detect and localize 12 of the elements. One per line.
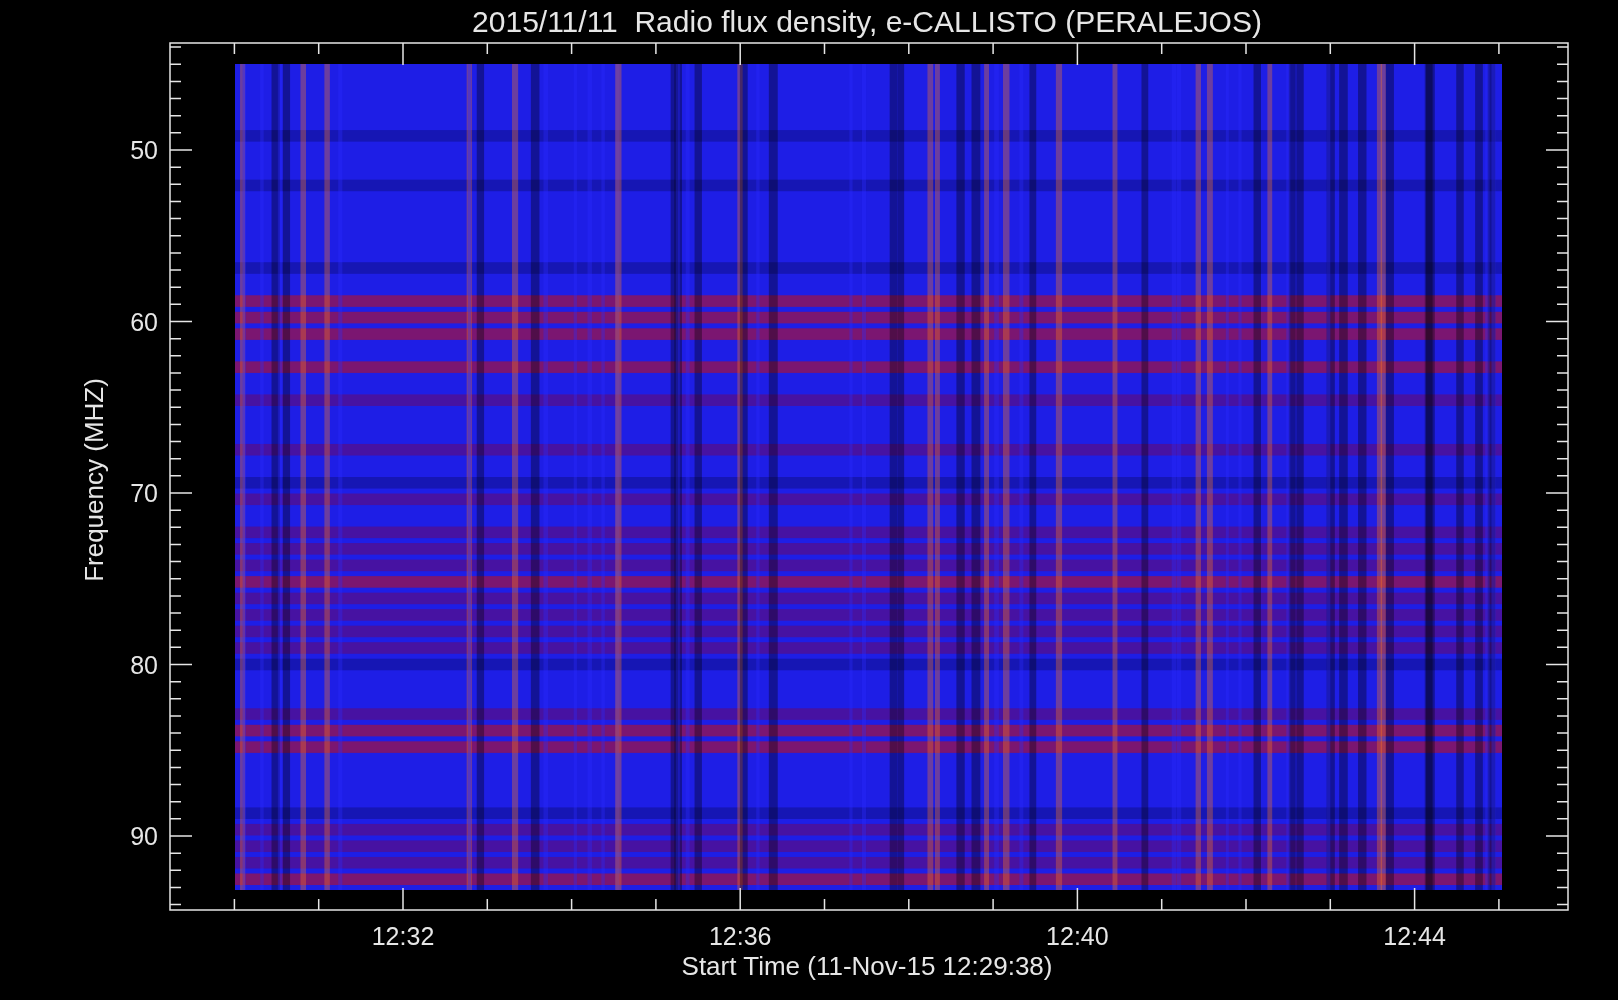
y-tick-label: 90	[130, 822, 158, 850]
y-tick-label: 70	[130, 479, 158, 507]
y-tick-label: 50	[130, 136, 158, 164]
x-axis-label: Start Time (11-Nov-15 12:29:38)	[681, 951, 1053, 981]
y-tick-label: 60	[130, 307, 158, 336]
x-tick-label: 12:32	[371, 922, 435, 950]
plot-title: 2015/11/11 Radio flux density, e-CALLISTO (PERALEJOS)	[472, 5, 1262, 38]
x-tick-label: 12:40	[1046, 922, 1109, 950]
x-tick-label: 12:44	[1383, 922, 1446, 950]
y-tick-label: 80	[130, 650, 158, 679]
x-tick-label: 12:36	[708, 922, 772, 950]
y-axis-label: Frequency (MHZ)	[79, 378, 109, 582]
